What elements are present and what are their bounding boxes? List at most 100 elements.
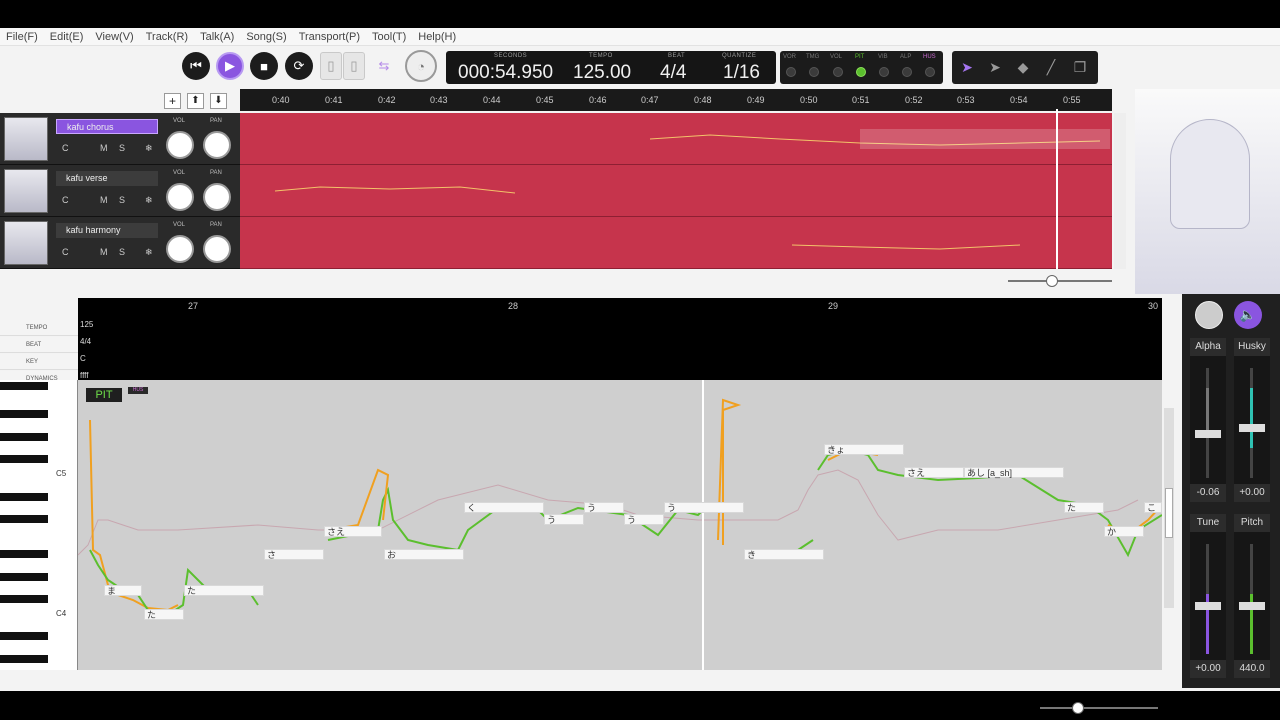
mute-button[interactable]: M (100, 195, 108, 205)
menu-tool[interactable]: Tool(T) (372, 31, 406, 43)
c-button[interactable]: C (62, 247, 69, 257)
solo-button[interactable]: S (119, 247, 125, 257)
key-value[interactable]: C (80, 354, 86, 363)
tempo-value[interactable]: 125 (80, 320, 93, 329)
note-block[interactable]: き (744, 549, 824, 560)
solo-button[interactable]: S (119, 195, 125, 205)
beat-value[interactable]: 4/4 (80, 337, 91, 346)
menu-song[interactable]: Song(S) (246, 31, 286, 43)
note-block[interactable]: う (584, 502, 624, 513)
rewind-button[interactable]: ⏮ (182, 52, 210, 80)
menu-transport[interactable]: Transport(P) (299, 31, 360, 43)
vertical-scrollbar[interactable] (1164, 408, 1174, 608)
menu-view[interactable]: View(V) (95, 31, 133, 43)
volume-knob[interactable] (166, 183, 194, 211)
pitch-fader[interactable] (1239, 602, 1265, 610)
track-control-harmony[interactable]: kafu harmony C M S ❄ VOL PAN (0, 217, 240, 269)
mute-button[interactable]: M (100, 247, 108, 257)
track-lane-verse[interactable] (240, 165, 1112, 217)
piano-keyboard[interactable]: C5 C4 (0, 380, 78, 670)
select-tool[interactable]: ➤ (955, 55, 979, 79)
menu-file[interactable]: File(F) (6, 31, 38, 43)
track-name[interactable]: kafu verse (56, 171, 158, 186)
black-key[interactable] (0, 382, 48, 390)
note-block[interactable]: お (384, 549, 464, 560)
note-block[interactable]: か (1104, 526, 1144, 537)
play-button[interactable]: ▶ (216, 52, 244, 80)
solo-button[interactable]: S (119, 143, 125, 153)
c-button[interactable]: C (62, 143, 69, 153)
note-grid[interactable]: PIT HUS ま た た さ さえ お く う う う う き きょ さえ あ… (78, 380, 1162, 670)
black-key[interactable] (0, 493, 48, 501)
note-block[interactable]: た (144, 609, 184, 620)
menu-edit[interactable]: Edit(E) (50, 31, 84, 43)
menu-help[interactable]: Help(H) (418, 31, 456, 43)
note-block[interactable]: きょ (824, 444, 904, 455)
timeline-ruler[interactable]: 0:40 0:41 0:42 0:43 0:44 0:45 0:46 0:47 … (240, 89, 1112, 111)
measure-ruler[interactable]: 27 28 29 30 125 4/4 C ffff (78, 298, 1162, 380)
editor-zoom-slider[interactable] (1040, 702, 1158, 714)
quantize-value[interactable]: 1/16 (723, 62, 760, 84)
param-toggle-alp[interactable] (902, 67, 912, 77)
note-block[interactable]: う (624, 514, 664, 525)
black-key[interactable] (0, 632, 48, 640)
note-block[interactable]: さえ (324, 526, 382, 537)
tempo-value[interactable]: 125.00 (573, 62, 631, 84)
black-key[interactable] (0, 595, 48, 603)
black-key[interactable] (0, 455, 48, 463)
note-block[interactable]: さえ (904, 467, 964, 478)
range-select-tool[interactable]: ➤ (983, 55, 1007, 79)
note-block[interactable]: う (544, 514, 584, 525)
param-toggle-vor[interactable] (786, 67, 796, 77)
volume-knob[interactable] (166, 131, 194, 159)
auto-scroll-button[interactable]: ⇆ (370, 52, 398, 80)
pan-knob[interactable] (203, 235, 231, 263)
snowflake-icon[interactable]: ❄ (145, 143, 153, 154)
menu-talk[interactable]: Talk(A) (200, 31, 234, 43)
mute-button[interactable]: M (100, 143, 108, 153)
move-track-down-button[interactable]: ⬇ (210, 93, 227, 109)
black-key[interactable] (0, 550, 48, 558)
c-button[interactable]: C (62, 195, 69, 205)
add-track-button[interactable]: + (164, 93, 181, 109)
note-block[interactable]: あし [a_sh] (964, 467, 1064, 478)
snowflake-icon[interactable]: ❄ (145, 195, 153, 206)
track-control-chorus[interactable]: kafu chorus C M S ❄ VOL PAN (0, 113, 240, 165)
pan-knob[interactable] (203, 183, 231, 211)
line-tool[interactable]: ╱ (1039, 55, 1063, 79)
tune-fader[interactable] (1195, 602, 1221, 610)
black-key[interactable] (0, 433, 48, 441)
param-toggle-pit[interactable] (856, 67, 866, 77)
param-toggle-hus[interactable] (925, 67, 935, 77)
param-toggle-vol[interactable] (833, 67, 843, 77)
voice-off-button[interactable] (1195, 301, 1223, 329)
alpha-fader[interactable] (1195, 430, 1221, 438)
black-key[interactable] (0, 515, 48, 523)
track-lane-chorus[interactable] (240, 113, 1112, 165)
move-track-up-button[interactable]: ⬆ (187, 93, 204, 109)
param-toggle-vib[interactable] (879, 67, 889, 77)
eraser-tool[interactable]: ◆ (1011, 55, 1035, 79)
husky-fader[interactable] (1239, 424, 1265, 432)
volume-knob[interactable] (166, 235, 194, 263)
black-key[interactable] (0, 655, 48, 663)
note-block[interactable]: く (464, 502, 544, 513)
track-scrollbar[interactable] (1114, 113, 1126, 269)
note-block[interactable]: た (184, 585, 264, 596)
menu-track[interactable]: Track(R) (146, 31, 188, 43)
note-block[interactable]: た (1064, 502, 1104, 513)
dynamics-value[interactable]: ffff (80, 371, 88, 380)
loop-button[interactable]: ⟳ (285, 52, 313, 80)
track-control-verse[interactable]: kafu verse C M S ❄ VOL PAN (0, 165, 240, 217)
param-toggle-tmg[interactable] (809, 67, 819, 77)
beat-value[interactable]: 4/4 (660, 62, 686, 84)
black-key[interactable] (0, 410, 48, 418)
track-name[interactable]: kafu harmony (56, 223, 158, 238)
track-name[interactable]: kafu chorus (56, 119, 158, 134)
note-block[interactable]: こ (1144, 502, 1162, 513)
marker-left-button[interactable]: ▯ (320, 52, 342, 80)
marker-right-button[interactable]: ▯ (343, 52, 365, 80)
metronome-button[interactable]: ◔ (405, 50, 437, 82)
track-lane-harmony[interactable] (240, 217, 1112, 269)
snowflake-icon[interactable]: ❄ (145, 247, 153, 258)
